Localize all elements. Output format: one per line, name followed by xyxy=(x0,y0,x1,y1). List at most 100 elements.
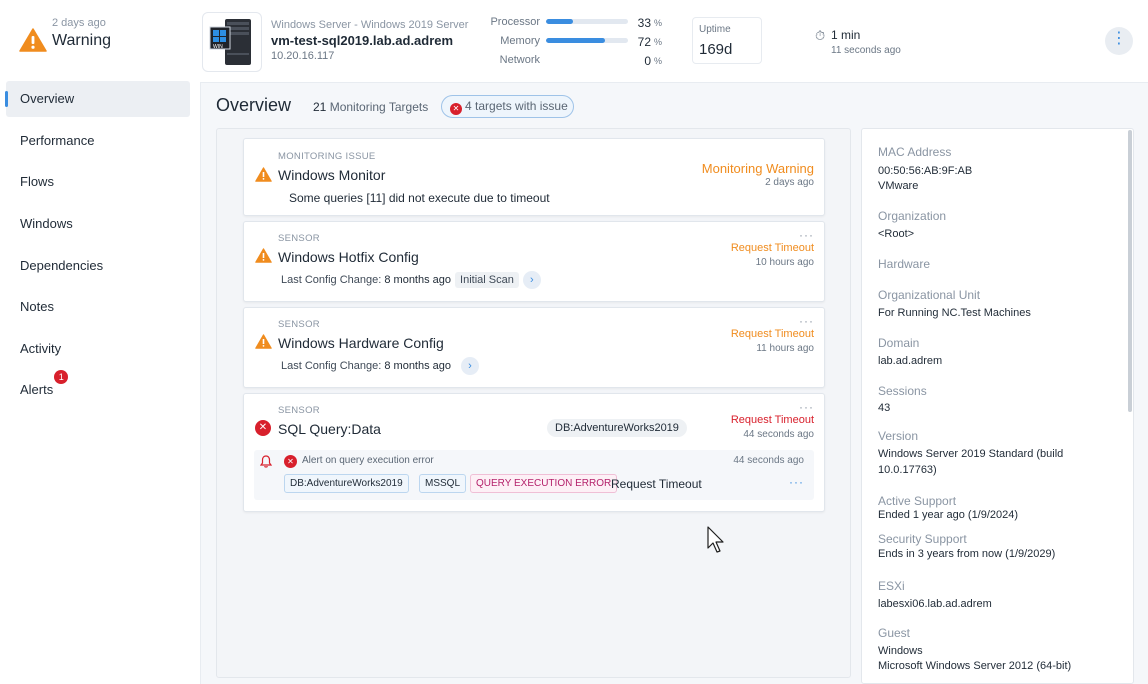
nav-overview[interactable]: Overview xyxy=(6,81,190,117)
card-ago: 10 hours ago xyxy=(755,257,814,268)
prop-value-guest-1: Windows xyxy=(878,645,923,657)
prop-value-active-support: Ended 1 year ago (1/9/2024) xyxy=(878,509,1019,521)
alerts-count-badge: 1 xyxy=(54,370,69,384)
targets-with-issue-pill[interactable]: ✕ 4 targets with issue xyxy=(441,95,574,118)
card-more-icon[interactable]: ··· xyxy=(799,228,814,242)
targets-label: Monitoring Targets xyxy=(329,100,429,114)
kebab-icon: ⋮ xyxy=(1111,30,1127,47)
issue-card-windows-hardware-config[interactable]: SENSOR Windows Hardware Config ··· Reque… xyxy=(243,307,825,388)
metric-memory-value: 72 xyxy=(637,35,651,49)
prop-label-hardware: Hardware xyxy=(878,257,931,271)
config-change-value: 8 months ago xyxy=(384,359,452,372)
metric-memory-label: Memory xyxy=(500,35,540,47)
prop-value-organization: <Root> xyxy=(878,228,915,240)
error-icon: ✕ xyxy=(450,103,462,115)
prop-value-esxi: labesxi06.lab.ad.adrem xyxy=(878,598,992,610)
warning-icon xyxy=(255,334,272,349)
more-options-button[interactable]: ⋮ xyxy=(1105,27,1133,55)
card-more-icon[interactable]: ··· xyxy=(799,400,814,414)
config-change-label: Last Config Change: xyxy=(281,359,382,372)
prop-label-sessions: Sessions xyxy=(878,384,927,398)
warning-icon xyxy=(255,167,272,182)
metric-memory-unit: % xyxy=(654,37,663,47)
prop-label-security-support: Security Support xyxy=(878,532,967,546)
prop-label-mac: MAC Address xyxy=(878,145,952,159)
mouse-cursor-icon xyxy=(707,526,724,553)
status-label: Warning xyxy=(52,32,111,49)
card-message: Some queries [11] did not execute due to… xyxy=(289,191,550,205)
prop-label-organization: Organization xyxy=(878,209,947,223)
prop-value-domain: lab.ad.adrem xyxy=(878,355,943,367)
server-icon-label: WIN xyxy=(213,44,223,50)
bell-icon xyxy=(260,455,272,468)
prop-value-vendor: VMware xyxy=(878,180,919,192)
metric-network-unit: % xyxy=(654,56,663,66)
nav-dependencies[interactable]: Dependencies xyxy=(6,248,190,284)
prop-value-guest-2: Microsoft Windows Server 2012 (64-bit) xyxy=(878,660,1072,672)
prop-value-version-1: Windows Server 2019 Standard (build xyxy=(878,448,1064,460)
prop-value-security-support: Ends in 3 years from now (1/9/2029) xyxy=(878,548,1056,560)
initial-scan-tag: Initial Scan xyxy=(455,271,519,288)
card-ago: 11 hours ago xyxy=(756,343,814,354)
server-name[interactable]: vm-test-sql2019.lab.ad.adrem xyxy=(271,33,453,48)
chevron-right-icon[interactable]: › xyxy=(522,271,541,289)
prop-label-esxi: ESXi xyxy=(878,579,905,593)
nav-flows[interactable]: Flows xyxy=(6,164,190,200)
card-category: SENSOR xyxy=(278,405,320,416)
warning-icon xyxy=(255,248,272,263)
server-ip: 10.20.16.117 xyxy=(271,50,335,62)
card-status: Request Timeout xyxy=(730,414,814,426)
nav-alerts[interactable]: Alerts1 xyxy=(6,370,190,408)
alert-text: Alert on query execution error xyxy=(302,455,434,466)
card-ago: 2 days ago xyxy=(765,177,814,188)
server-image: WIN xyxy=(202,12,262,72)
card-title: Windows Hardware Config xyxy=(278,335,444,351)
issue-card-windows-monitor[interactable]: MONITORING ISSUE Windows Monitor Monitor… xyxy=(243,138,825,216)
alert-chip-error: QUERY EXECUTION ERROR xyxy=(470,474,618,493)
alert-chip-mssql: MSSQL xyxy=(419,474,467,493)
issue-card-sql-query-data[interactable]: SENSOR ✕ SQL Query:Data DB:AdventureWork… xyxy=(243,393,825,512)
nav-alerts-label: Alerts xyxy=(20,382,54,397)
card-title: SQL Query:Data xyxy=(278,421,381,437)
metric-processor-unit: % xyxy=(654,18,663,28)
metric-network-value: 0 xyxy=(644,54,651,68)
card-category: MONITORING ISSUE xyxy=(278,151,376,162)
prop-value-org-unit: For Running NC.Test Machines xyxy=(878,307,1031,319)
issues-count: 4 xyxy=(465,99,472,113)
properties-scrollbar[interactable] xyxy=(1128,130,1132,412)
error-icon: ✕ xyxy=(284,455,297,468)
alert-more-icon[interactable]: ··· xyxy=(789,475,804,489)
nav-performance[interactable]: Performance xyxy=(6,123,190,159)
targets-count: 21 xyxy=(313,100,327,114)
nav-activity[interactable]: Activity xyxy=(6,331,190,367)
chevron-right-icon[interactable]: › xyxy=(461,357,480,375)
alert-ago: 44 seconds ago xyxy=(733,455,804,466)
error-icon: ✕ xyxy=(255,420,271,436)
card-status: Request Timeout xyxy=(730,242,814,254)
prop-label-domain: Domain xyxy=(878,336,920,350)
nav-active-indicator xyxy=(5,91,8,107)
metric-memory-bar xyxy=(546,38,628,43)
alert-row[interactable]: ✕ Alert on query execution error 44 seco… xyxy=(254,450,814,500)
warning-icon xyxy=(19,28,47,52)
card-category: SENSOR xyxy=(278,233,320,244)
db-tag: DB:AdventureWorks2019 xyxy=(547,419,687,437)
card-config-change: Last Config Change: 8 months ago Initial … xyxy=(281,271,541,289)
card-title: Windows Monitor xyxy=(278,167,386,183)
nav-windows[interactable]: Windows xyxy=(6,206,190,242)
config-change-value: 8 months ago xyxy=(384,273,452,286)
prop-label-version: Version xyxy=(878,429,919,443)
metric-processor-bar xyxy=(546,19,628,24)
alert-chip-db: DB:AdventureWorks2019 xyxy=(284,474,409,493)
card-ago: 44 seconds ago xyxy=(743,429,814,440)
issue-card-windows-hotfix-config[interactable]: SENSOR Windows Hotfix Config ··· Request… xyxy=(243,221,825,302)
metric-processor-value: 33 xyxy=(637,16,651,30)
stopwatch-icon: ⏱ xyxy=(815,28,826,43)
uptime-value: 169d xyxy=(699,41,733,58)
prop-label-guest: Guest xyxy=(878,626,911,640)
card-more-icon[interactable]: ··· xyxy=(799,314,814,328)
prop-value-mac: 00:50:56:AB:9F:AB xyxy=(878,165,973,177)
nav-notes[interactable]: Notes xyxy=(6,289,190,325)
metric-network-label: Network xyxy=(499,54,540,66)
alert-result: Request Timeout xyxy=(611,477,702,491)
